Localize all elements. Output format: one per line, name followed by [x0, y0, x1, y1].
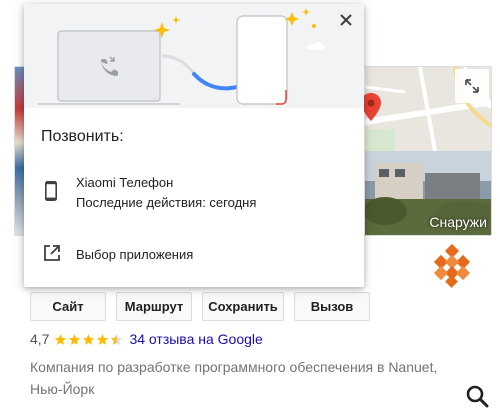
rating-value: 4,7 [30, 331, 50, 347]
rating-stars [54, 333, 124, 346]
search-icon[interactable] [465, 384, 489, 408]
exterior-photo[interactable]: Снаружи [365, 151, 491, 235]
photo-label: Снаружи [429, 214, 487, 230]
save-button[interactable]: Сохранить [202, 292, 284, 321]
open-in-new-icon [44, 245, 60, 261]
device-option-xiaomi[interactable]: Xiaomi Телефон Последние действия: сегод… [24, 172, 364, 222]
device-name: Xiaomi Телефон [76, 175, 174, 190]
website-button[interactable]: Сайт [30, 292, 106, 321]
star-icon [97, 333, 109, 345]
device-last-activity: Последние действия: сегодня [76, 195, 257, 210]
expand-icon [465, 79, 479, 93]
close-icon [340, 14, 352, 26]
star-icon [55, 333, 67, 345]
smartphone-icon [45, 181, 57, 201]
call-illustration [24, 4, 364, 108]
dialog-title: Позвонить: [41, 128, 124, 145]
star-icon [83, 333, 95, 345]
rating-row: 4,7 34 отзыва на Google [30, 331, 263, 347]
company-logo [433, 244, 471, 288]
star-icon [69, 333, 81, 345]
call-button[interactable]: Вызов [294, 292, 370, 321]
half-star-icon [111, 333, 123, 345]
business-description: Компания по разработке программного обес… [30, 359, 438, 397]
choose-app-option[interactable]: Выбор приложения [24, 238, 364, 274]
action-buttons: Сайт Маршрут Сохранить Вызов [30, 292, 370, 321]
choose-app-label: Выбор приложения [76, 247, 194, 262]
call-dialog: Позвонить: Xiaomi Телефон Последние дейс… [24, 4, 364, 287]
close-button[interactable] [335, 9, 357, 31]
expand-map-button[interactable] [455, 69, 489, 103]
reviews-link[interactable]: 34 отзыва на Google [129, 331, 262, 347]
directions-button[interactable]: Маршрут [116, 292, 192, 321]
